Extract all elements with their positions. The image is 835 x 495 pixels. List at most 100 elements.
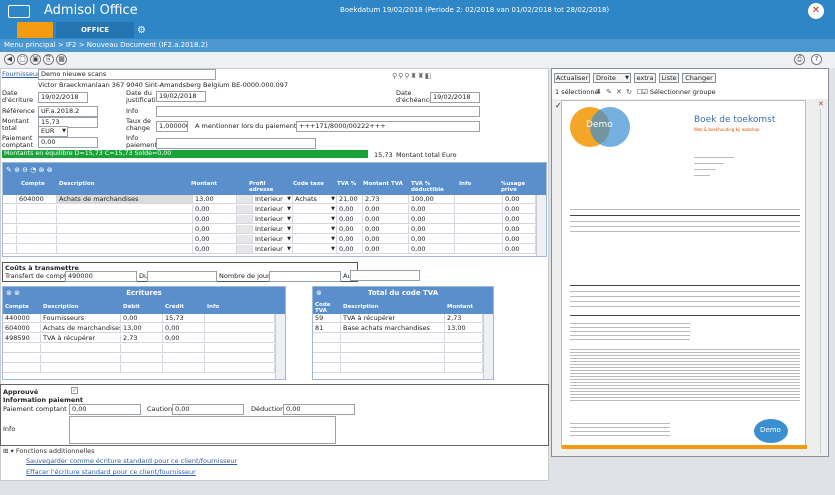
- cell-desc[interactable]: [57, 245, 193, 254]
- table-row[interactable]: 81 Base achats marchandises 13,00: [313, 324, 483, 334]
- cell-montant[interactable]: 0,00: [193, 235, 237, 244]
- cell-compte[interactable]: [17, 215, 57, 224]
- cell-priv[interactable]: 0,00: [503, 215, 536, 224]
- nb-jours-field[interactable]: [269, 271, 341, 282]
- au-field[interactable]: [350, 270, 420, 281]
- cell-mtva[interactable]: 0,00: [363, 215, 409, 224]
- table-row[interactable]: 0,00Interieur0,000,000,000,00: [3, 215, 536, 225]
- date-ecriture-field[interactable]: 19/02/2018: [38, 92, 88, 103]
- cell-mtva[interactable]: 0,00: [363, 205, 409, 214]
- cell-empty[interactable]: [3, 225, 17, 234]
- supplier-field[interactable]: Demo nieuwe scans: [38, 69, 216, 80]
- grid-tool-icons[interactable]: ✎ ⊕ ⊖ ◔ ⊗ ⊗: [6, 166, 53, 174]
- viewer-scrollbar[interactable]: [820, 109, 828, 454]
- deduction-field[interactable]: 0,00: [283, 404, 355, 415]
- table-row[interactable]: [313, 354, 483, 364]
- table-row[interactable]: [313, 344, 483, 354]
- table-row[interactable]: 0,00Interieur0,000,000,000,00: [3, 205, 536, 215]
- tab-office[interactable]: OFFICE: [56, 22, 134, 38]
- lookup-button[interactable]: [237, 195, 253, 204]
- cell-mtva[interactable]: 0,00: [363, 225, 409, 234]
- cell-desc[interactable]: [57, 215, 193, 224]
- cell-ded[interactable]: 0,00: [409, 235, 455, 244]
- erase-standard-link[interactable]: Effacer l'écriture standard pour ce clie…: [26, 469, 196, 476]
- cell-mtva[interactable]: 0,00: [363, 245, 409, 254]
- table-row[interactable]: 0,00Interieur0,000,000,000,00: [3, 225, 536, 235]
- cell-empty[interactable]: [3, 235, 17, 244]
- cell-priv[interactable]: 0,00: [503, 205, 536, 214]
- cell-empty[interactable]: [455, 225, 503, 234]
- info-field[interactable]: [156, 106, 480, 117]
- date-echeance-field[interactable]: 19/02/2018: [430, 92, 480, 103]
- new-icon[interactable]: ▢: [17, 54, 28, 65]
- cell-montant[interactable]: 0,00: [193, 225, 237, 234]
- cell-mtva[interactable]: 0,00: [363, 235, 409, 244]
- cell-ded[interactable]: 100,00: [409, 195, 455, 204]
- cell-profil[interactable]: Interieur: [253, 225, 293, 234]
- table-row[interactable]: 440000 Fournisseurs 0,00 15,73: [3, 314, 275, 324]
- extra-button[interactable]: extra: [634, 73, 656, 83]
- cell-ded[interactable]: 0,00: [409, 215, 455, 224]
- approval-info-textarea[interactable]: [69, 416, 336, 444]
- info-paiement-field[interactable]: [156, 138, 316, 149]
- transfert-field[interactable]: 490000: [65, 271, 137, 282]
- cell-tva[interactable]: 0,00: [337, 215, 363, 224]
- lookup-button[interactable]: [237, 215, 253, 224]
- cell-code[interactable]: [293, 215, 337, 224]
- cell-profil[interactable]: Interieur: [253, 205, 293, 214]
- cell-ded[interactable]: 0,00: [409, 225, 455, 234]
- cell-priv[interactable]: 0,00: [503, 235, 536, 244]
- table-row[interactable]: 0,00Interieur0,000,000,000,00: [3, 235, 536, 245]
- cell-empty[interactable]: [455, 245, 503, 254]
- cell-priv[interactable]: 0,00: [503, 225, 536, 234]
- cell-desc[interactable]: [57, 225, 193, 234]
- cell-montant[interactable]: 0,00: [193, 215, 237, 224]
- cell-mtva[interactable]: 2,73: [363, 195, 409, 204]
- viewer-tool-icons[interactable]: ⬇ ✎ ✕ ↻ ☐: [596, 88, 644, 96]
- save-icon[interactable]: ▣: [30, 54, 41, 65]
- cell-code[interactable]: [293, 225, 337, 234]
- cell-priv[interactable]: 0,00: [503, 195, 536, 204]
- page-close-icon[interactable]: ✕: [818, 100, 824, 108]
- du-field[interactable]: [147, 271, 217, 282]
- cell-tva[interactable]: 21,00: [337, 195, 363, 204]
- cell-code[interactable]: [293, 235, 337, 244]
- cell-profil[interactable]: Interieur: [253, 195, 293, 204]
- reference-field[interactable]: UF.a.2018.2: [38, 106, 98, 117]
- cell-compte[interactable]: [17, 245, 57, 254]
- cell-empty[interactable]: [455, 195, 503, 204]
- supplier-action-icons[interactable]: ⚲⚲⚲♜♜◧: [392, 72, 464, 81]
- cell-desc[interactable]: Achats de marchandises: [57, 195, 193, 204]
- droite-select[interactable]: Droite: [593, 73, 631, 83]
- cell-montant[interactable]: 0,00: [193, 245, 237, 254]
- cell-ded[interactable]: 0,00: [409, 205, 455, 214]
- gear-icon[interactable]: ⚙: [137, 25, 146, 36]
- changer-button[interactable]: Changer: [682, 73, 716, 83]
- cell-empty[interactable]: [3, 205, 17, 214]
- cell-profil[interactable]: Interieur: [253, 245, 293, 254]
- table-row[interactable]: 604000 Achats de marchandises 13,00 Interie…: [3, 195, 536, 205]
- cell-empty[interactable]: [3, 195, 17, 204]
- cell-code[interactable]: Achats: [293, 195, 337, 204]
- lookup-button[interactable]: [237, 235, 253, 244]
- table-row[interactable]: 604000 Achats de marchandises 13,00 0,00: [3, 324, 275, 334]
- taux-field[interactable]: 1,000000: [156, 121, 188, 132]
- functions-toggle[interactable]: ⊞ ▾ Fonctions additionnelles: [3, 447, 95, 455]
- currency-select[interactable]: EUR: [38, 126, 68, 137]
- select-group-checkbox[interactable]: ☑ Sélectionner groupe: [642, 89, 716, 96]
- table-row[interactable]: [313, 334, 483, 344]
- lookup-button[interactable]: [237, 225, 253, 234]
- cell-code[interactable]: [293, 245, 337, 254]
- close-icon[interactable]: ✕: [808, 3, 824, 19]
- approuve-checkbox[interactable]: ✓: [71, 387, 78, 394]
- caution-field[interactable]: 0,00: [172, 404, 244, 415]
- table-row[interactable]: [3, 344, 275, 354]
- cell-empty[interactable]: [455, 215, 503, 224]
- back-icon[interactable]: ◀: [4, 54, 15, 65]
- cell-compte[interactable]: [17, 235, 57, 244]
- cell-tva[interactable]: 0,00: [337, 225, 363, 234]
- cell-montant[interactable]: 0,00: [193, 205, 237, 214]
- table-row[interactable]: 498590 TVA à récupérer 2,73 0,00: [3, 334, 275, 344]
- cell-empty[interactable]: [455, 205, 503, 214]
- cell-montant[interactable]: 13,00: [193, 195, 237, 204]
